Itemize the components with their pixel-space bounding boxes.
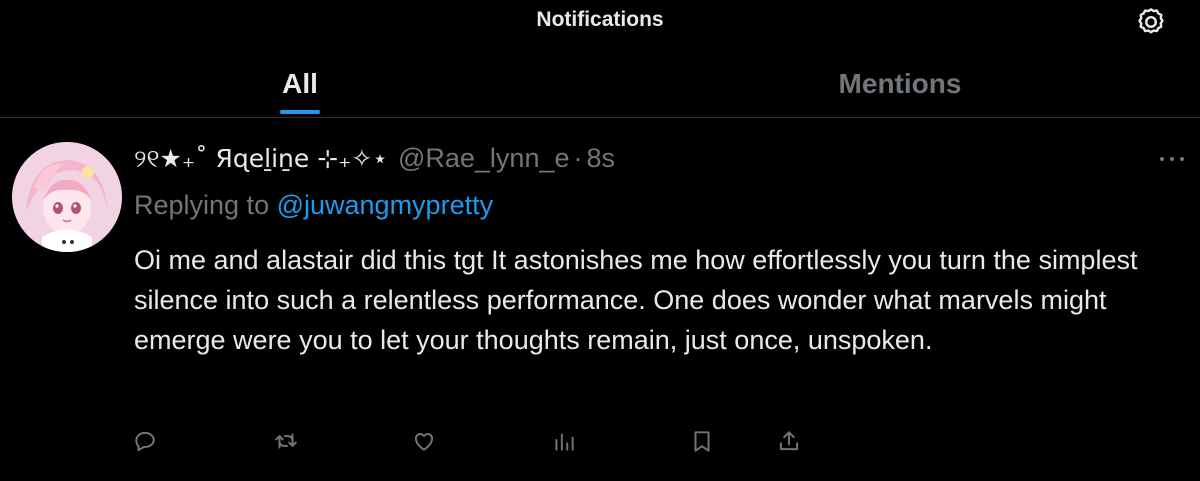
selected-tab-indicator [280, 110, 320, 114]
replying-to-line: Replying to @juwangmypretty [134, 190, 493, 221]
post-time[interactable]: 8s [587, 143, 616, 174]
retweet-icon[interactable] [273, 428, 299, 454]
post-header: ୨୧★₊˚ Яɋeḻiṉe ⊹₊✧⋆ @Rae_lynn_e · 8s [134, 143, 615, 177]
post-text: Oi me and alastair did this tgt It aston… [134, 245, 1138, 355]
more-options-icon[interactable] [1156, 148, 1188, 170]
avatar[interactable] [12, 142, 122, 252]
action-bar [0, 428, 1200, 458]
tab-all[interactable]: All [0, 68, 600, 100]
bookmark-icon[interactable] [689, 428, 715, 454]
separator-dot: · [573, 143, 583, 173]
header: Notifications All Mentions [0, 0, 1200, 118]
display-name[interactable]: ୨୧★₊˚ Яɋeḻiṉe ⊹₊✧⋆ [134, 144, 388, 174]
tab-mentions[interactable]: Mentions [600, 68, 1200, 100]
user-handle[interactable]: @Rae_lynn_e [398, 143, 570, 174]
views-icon[interactable] [551, 428, 577, 454]
replying-prefix: Replying to [134, 190, 277, 220]
share-icon[interactable] [776, 428, 802, 454]
notifications-screen: Notifications All Mentions ୨୧★₊˚ Яɋeḻiṉe… [0, 0, 1200, 481]
reply-icon[interactable] [132, 428, 158, 454]
like-icon[interactable] [411, 428, 437, 454]
page-title: Notifications [536, 8, 664, 31]
replying-to-mention[interactable]: @juwangmypretty [277, 190, 494, 220]
gear-icon[interactable] [1135, 6, 1167, 38]
